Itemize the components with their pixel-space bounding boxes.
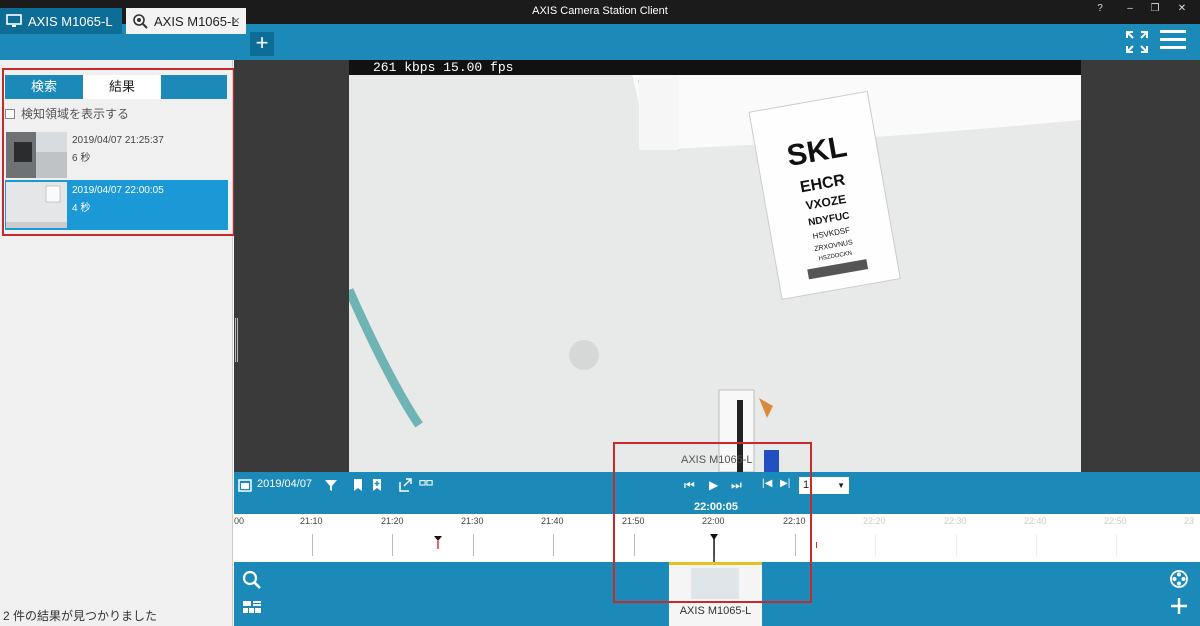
- timeline-gridline: [956, 534, 957, 556]
- timeline-gridline: [312, 534, 313, 556]
- add-bookmark-icon[interactable]: [370, 478, 384, 492]
- timeline-tick: 21:40: [541, 516, 564, 526]
- stream-info-overlay: 261 kbps 15.00 fps: [349, 60, 1081, 75]
- timeline-gridline: [1116, 534, 1117, 556]
- minimize-button[interactable]: –: [1120, 3, 1140, 14]
- results-count: 2 件の結果が見つかりました: [3, 609, 158, 623]
- tab-label: AXIS M1065-L: [28, 13, 113, 29]
- bookmark-icon[interactable]: [351, 478, 365, 492]
- layout-grid-icon[interactable]: [242, 597, 262, 617]
- calendar-icon[interactable]: [238, 478, 252, 492]
- timeline-tick: 00: [234, 516, 245, 526]
- timeline-tick: 22:50: [1104, 516, 1127, 526]
- timeline-tick: 21:20: [381, 516, 404, 526]
- hamburger-menu-icon[interactable]: [1160, 30, 1186, 50]
- filter-icon[interactable]: [324, 478, 338, 492]
- timeline-gridline: [392, 534, 393, 556]
- timeline-gridline: [875, 534, 876, 556]
- monitor-icon: [6, 14, 22, 28]
- restore-button[interactable]: ❐: [1145, 3, 1165, 14]
- tab-search[interactable]: AXIS M1065-L ×: [126, 8, 246, 34]
- panel-splitter-handle[interactable]: [235, 318, 238, 362]
- tab-label: AXIS M1065-L: [154, 13, 239, 29]
- tab-live-view[interactable]: AXIS M1065-L: [0, 8, 122, 34]
- timeline-gridline: [553, 534, 554, 556]
- split-view-icon[interactable]: [419, 478, 433, 492]
- highlight-box-playback: [613, 442, 812, 603]
- event-marker-icon[interactable]: [433, 536, 443, 550]
- timeline-tick: 22:40: [1024, 516, 1047, 526]
- timeline-tick: 22:20: [863, 516, 886, 526]
- timeline-tick: 23: [1184, 516, 1195, 526]
- help-button[interactable]: ?: [1090, 3, 1110, 14]
- close-window-button[interactable]: ✕: [1172, 3, 1192, 14]
- now-indicator: [816, 542, 817, 548]
- fullscreen-icon[interactable]: [1125, 30, 1149, 54]
- timeline-tick: 21:30: [461, 516, 484, 526]
- playback-date[interactable]: 2019/04/07: [257, 478, 312, 490]
- add-camera-icon[interactable]: [1169, 596, 1189, 616]
- highlight-box-results: [2, 68, 235, 236]
- search-icon[interactable]: [242, 570, 262, 590]
- timeline-gridline: [473, 534, 474, 556]
- close-tab-icon[interactable]: ×: [232, 13, 240, 28]
- chevron-down-icon: ▼: [837, 481, 845, 490]
- video-frame[interactable]: SKL EHCR VXOZE NDYFUC HSVKDSF ZRXOVNUS H…: [349, 60, 1081, 472]
- search-camera-icon: [132, 13, 148, 29]
- add-tab-button[interactable]: +: [250, 32, 274, 56]
- export-icon[interactable]: [398, 478, 412, 492]
- timeline-tick: 22:30: [944, 516, 967, 526]
- film-reel-icon[interactable]: [1169, 569, 1189, 589]
- camera-image: SKL EHCR VXOZE NDYFUC HSVKDSF ZRXOVNUS H…: [349, 60, 1081, 472]
- timeline-tick: 21:10: [300, 516, 323, 526]
- camera-thumbnail-label: AXIS M1065-L: [679, 605, 752, 617]
- timeline-gridline: [1036, 534, 1037, 556]
